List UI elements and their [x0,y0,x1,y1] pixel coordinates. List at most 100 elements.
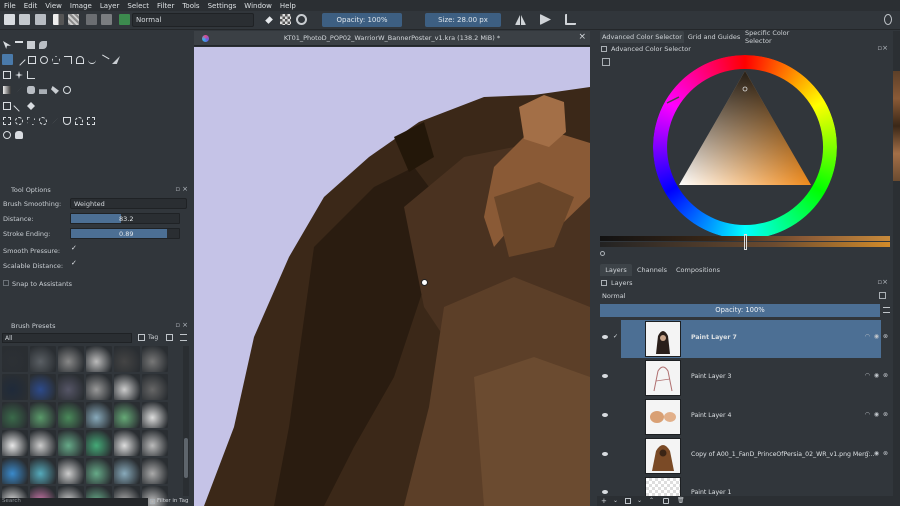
ellipse-tool-icon[interactable] [40,56,48,64]
eraser-icon[interactable] [265,16,273,24]
menu-help[interactable]: Help [280,2,296,10]
reference-images-icon[interactable] [27,102,35,110]
layer-name[interactable]: Paint Layer 4 [691,412,731,419]
rectangle-select-icon[interactable] [3,117,11,125]
layer-properties-icon[interactable] [663,498,669,504]
mirror-vertical-icon[interactable] [540,14,551,25]
brush-preset-thumbnail[interactable] [86,374,112,400]
distance-slider[interactable]: 83.2 [70,213,180,224]
brush-preset-icon[interactable] [86,14,97,25]
freehand-select-icon[interactable] [39,117,47,125]
menu-layer[interactable]: Layer [100,2,120,10]
tab-specific-color-selector[interactable]: Specific Color Selector [745,29,817,45]
gradient-tool-icon[interactable] [3,86,11,94]
preserve-alpha-icon[interactable] [280,14,291,25]
brush-grid-scrollbar[interactable] [183,346,189,496]
layer-properties-icons[interactable]: ◠ ◉ ⊗ [865,333,889,340]
brush-preset-thumbnail[interactable] [142,430,168,456]
brush-preset-thumbnail[interactable] [2,346,28,372]
blend-mode-select[interactable]: Normal [132,13,254,27]
layer-properties-icons[interactable]: ◠ ◉ ⊗ [865,450,889,457]
brush-preset-thumbnail[interactable] [86,402,112,428]
edit-shapes-icon[interactable] [27,41,35,49]
tab-advanced-color-selector[interactable]: Advanced Color Selector [600,31,684,43]
stroke-ending-slider[interactable]: 0.89 [70,228,180,239]
layer-row-paint-layer-4[interactable]: Paint Layer 4 ◠ ◉ ⊗ [597,398,893,436]
toolbar-menu-icon[interactable] [884,14,892,25]
tab-channels[interactable]: Channels [634,264,670,276]
calligraphy-icon[interactable] [39,41,47,49]
brush-preset-thumbnail[interactable] [86,430,112,456]
layer-row-paint-layer-7[interactable]: ✓ Paint Layer 7 ◠ ◉ ⊗ [597,320,893,358]
docker-float-close-icon[interactable]: ▫× [877,44,888,52]
brush-editor-icon[interactable] [101,14,112,25]
layer-name[interactable]: Paint Layer 3 [691,373,731,380]
brush-preset-thumbnail[interactable] [58,374,84,400]
ellipse-select-icon[interactable] [15,117,23,125]
layer-properties-icons[interactable]: ◠ ◉ ⊗ [865,372,889,379]
brush-preset-thumbnail[interactable] [142,374,168,400]
text-tool-icon[interactable] [15,41,23,49]
dynamic-brush-icon[interactable] [98,54,110,66]
magnetic-select-icon[interactable] [87,117,95,125]
assistant-tool-icon[interactable] [3,102,11,110]
tab-layers[interactable]: Layers [600,264,632,276]
visibility-eye-icon[interactable] [602,452,608,456]
line-tool-icon[interactable] [14,54,26,66]
color-wheel[interactable] [653,55,837,239]
docker-float-close-icon[interactable]: ▫× [175,321,190,329]
menu-image[interactable]: Image [70,2,92,10]
menu-tools[interactable]: Tools [182,2,199,10]
mirror-horizontal-icon[interactable] [515,14,526,25]
pattern-swatch-icon[interactable] [68,14,79,25]
brush-preset-thumbnail[interactable] [30,430,56,456]
brush-preset-thumbnail[interactable] [2,430,28,456]
menu-edit[interactable]: Edit [24,2,38,10]
freehand-brush-icon[interactable] [2,54,13,65]
brush-preset-thumbnail[interactable] [142,458,168,484]
layer-properties-icons[interactable]: ◠ ◉ ⊗ [865,411,889,418]
layer-name[interactable]: Paint Layer 7 [691,334,737,341]
scrollbar-thumb[interactable] [184,438,188,478]
layer-name[interactable]: Copy of A00_1_FanD_PrinceOfPersia_02_WR_… [691,451,874,458]
visibility-eye-icon[interactable] [602,490,608,494]
rectangle-tool-icon[interactable] [28,56,36,64]
brush-preset-thumbnail[interactable] [2,374,28,400]
brush-smoothing-select[interactable]: Weighted [70,198,187,209]
save-icon[interactable] [35,14,46,25]
close-icon[interactable]: × [578,32,586,42]
layer-row-paint-layer-3[interactable]: Paint Layer 3 ◠ ◉ ⊗ [597,359,893,397]
color-selector-settings-icon[interactable] [602,58,610,66]
layer-opacity-slider[interactable]: Opacity: 100% [600,304,880,317]
smart-patch-icon[interactable] [39,89,47,94]
document-tab[interactable]: KT01_PhotoD_POP02_WarriorW_BannerPoster_… [194,31,590,46]
fill-tool-icon[interactable] [51,86,59,94]
bezier-tool-icon[interactable] [76,56,84,64]
menu-select[interactable]: Select [127,2,149,10]
bezier-select-icon[interactable] [75,117,83,125]
opacity-slider[interactable]: Opacity: 100% [322,13,402,27]
brush-preset-thumbnail[interactable] [114,346,140,372]
reload-preset-icon[interactable] [296,14,307,25]
brush-preset-thumbnail[interactable] [30,346,56,372]
visibility-eye-icon[interactable] [602,335,608,339]
brush-preset-thumbnail[interactable] [114,374,140,400]
brush-preset-thumbnail[interactable] [2,402,28,428]
move-tool-icon[interactable] [15,71,23,79]
brush-preset-thumbnail[interactable] [58,346,84,372]
docker-float-close-icon[interactable]: ▫× [877,278,888,286]
brush-preset-thumbnail[interactable] [114,430,140,456]
color-picker-icon[interactable] [15,86,23,94]
measure-tool-icon[interactable] [13,100,25,112]
contiguous-select-icon[interactable] [51,117,59,125]
drawing-canvas[interactable] [194,47,590,506]
gradient-swatch-icon[interactable] [53,14,64,25]
move-layer-up-icon[interactable]: ⌃ [649,497,654,504]
brush-preset-thumbnail[interactable] [58,402,84,428]
brush-preset-thumbnail[interactable] [86,346,112,372]
brush-preset-thumbnail[interactable] [86,458,112,484]
brush-filter-select[interactable]: All [2,333,132,343]
wrap-around-icon[interactable] [565,14,576,25]
layer-blend-mode-select[interactable]: Normal [600,291,877,301]
layer-row-copy-merged[interactable]: Copy of A00_1_FanD_PrinceOfPersia_02_WR_… [597,437,893,475]
